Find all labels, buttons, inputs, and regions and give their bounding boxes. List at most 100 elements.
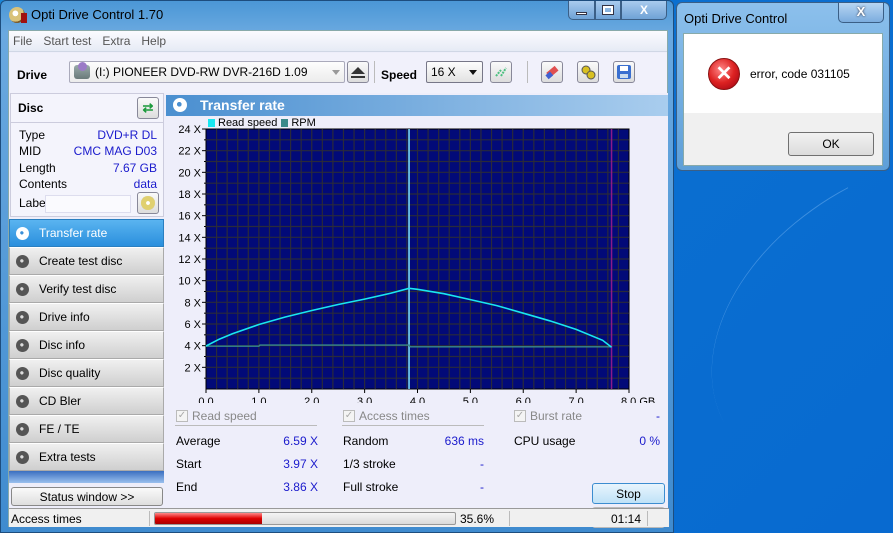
menu-file[interactable]: File: [13, 34, 32, 48]
dialog-close-button[interactable]: X: [838, 3, 884, 23]
read-speed-checkbox[interactable]: ✓ Read speed: [176, 409, 257, 423]
verify-disc-icon: [16, 282, 29, 296]
save-button[interactable]: [613, 61, 635, 83]
close-icon: X: [856, 4, 866, 19]
erase-button[interactable]: [541, 61, 563, 83]
desktop-wallpaper-streak: [653, 187, 893, 423]
one-third-stroke-value: -: [480, 457, 484, 471]
start-key: Start: [176, 457, 202, 471]
disc-icon: [141, 196, 155, 210]
disc-label-input[interactable]: [45, 195, 131, 213]
error-message: error, code 031105: [750, 67, 850, 81]
menu-start-test[interactable]: Start test: [43, 34, 91, 48]
cpu-usage-value: 0 %: [639, 434, 660, 448]
window-title: Opti Drive Control 1.70: [31, 7, 164, 22]
panel-title: Transfer rate: [200, 97, 285, 113]
nav-drive-info[interactable]: Drive info: [9, 303, 164, 331]
divider: [149, 511, 150, 526]
start-value: 3.97 X: [283, 457, 318, 471]
disc-contents-row: Contents data: [19, 177, 157, 193]
nav-disc-quality[interactable]: Disc quality: [9, 359, 164, 387]
disc-heading: Disc: [18, 101, 44, 115]
x-tick-label: 6.0: [516, 396, 531, 403]
checkbox-icon: ✓: [176, 410, 188, 422]
nav-extra-tests[interactable]: Extra tests: [9, 443, 164, 471]
x-tick-label: 3.0: [357, 396, 372, 403]
end-key: End: [176, 480, 198, 494]
status-window-button[interactable]: Status window >>: [11, 487, 163, 506]
checkbox-icon: ✓: [343, 410, 355, 422]
main-window: Opti Drive Control 1.70 X File Start tes…: [0, 0, 674, 533]
speed-select[interactable]: 16 X: [426, 61, 483, 83]
read-speed-label: Read speed: [192, 409, 257, 423]
full-stroke-key: Full stroke: [343, 480, 399, 494]
progress-bar: [154, 512, 456, 525]
speed-label: Speed: [381, 68, 418, 82]
transfer-rate-panel: Transfer rate Read speed RPM 2 X4 X6 X8 …: [166, 93, 668, 528]
app-icon: [9, 7, 27, 23]
access-times-checkbox[interactable]: ✓ Access times: [343, 409, 430, 423]
drive-select[interactable]: (I:) PIONEER DVD-RW DVR-216D 1.09: [69, 61, 345, 83]
close-icon: X: [639, 3, 648, 17]
nav-label: Verify test disc: [39, 282, 117, 296]
nav-label: Transfer rate: [39, 226, 108, 240]
disc-label-caption: Label: [19, 196, 49, 210]
burst-rate-label: Burst rate: [530, 409, 583, 423]
y-tick-label: 14 X: [178, 232, 201, 244]
refresh-disc-button[interactable]: ⇄: [137, 97, 159, 119]
close-button[interactable]: X: [621, 1, 667, 20]
disc-info-box: Disc ⇄ Type DVD+R DL MID CMC MAG D03 Len…: [10, 93, 164, 217]
nav-disc-info[interactable]: Disc info: [9, 331, 164, 359]
nav-cd-bler[interactable]: CD Bler: [9, 387, 164, 415]
full-stroke-value: -: [480, 480, 484, 494]
menu-help[interactable]: Help: [141, 34, 166, 48]
disc-contents-value: data: [133, 177, 157, 191]
eject-icon: [351, 66, 365, 78]
x-tick-label: 4.0: [410, 396, 425, 403]
y-tick-label: 12 X: [178, 254, 201, 266]
panel-header: Transfer rate: [166, 95, 668, 116]
nav-label: Create test disc: [39, 254, 123, 268]
dialog-body: ✕ error, code 031105 OK: [683, 33, 883, 166]
ok-button[interactable]: OK: [788, 132, 874, 156]
nav-create-test-disc[interactable]: Create test disc: [9, 247, 164, 275]
nav-footer-band: [9, 471, 164, 483]
nav-label: FE / TE: [39, 422, 80, 436]
toolbar: Drive (I:) PIONEER DVD-RW DVR-216D 1.09 …: [9, 53, 667, 93]
nav-fe-te[interactable]: FE / TE: [9, 415, 164, 443]
minimize-button[interactable]: [568, 1, 595, 20]
error-dialog: Opti Drive Control X ✕ error, code 03110…: [676, 2, 890, 171]
maximize-button[interactable]: [595, 1, 621, 20]
end-value: 3.86 X: [283, 480, 318, 494]
disc-length-value: 7.67 GB: [112, 161, 157, 175]
create-disc-icon: [16, 254, 29, 268]
swap-button[interactable]: [490, 61, 512, 83]
title-bar[interactable]: Opti Drive Control 1.70 X: [1, 1, 673, 29]
divider: [342, 425, 484, 426]
drive-select-value: (I:) PIONEER DVD-RW DVR-216D 1.09: [95, 65, 308, 79]
x-tick-label: 2.0: [304, 396, 319, 403]
nav-label: Disc quality: [39, 366, 101, 380]
x-tick-label: 1.0: [251, 396, 266, 403]
eraser-icon: [545, 65, 559, 80]
nav-transfer-rate[interactable]: Transfer rate: [9, 219, 164, 247]
access-times-label: Access times: [359, 409, 430, 423]
burst-rate-checkbox[interactable]: ✓ Burst rate: [514, 409, 582, 423]
test-nav: Transfer rate Create test disc Verify te…: [9, 219, 164, 471]
nav-verify-test-disc[interactable]: Verify test disc: [9, 275, 164, 303]
menu-extra[interactable]: Extra: [102, 34, 130, 48]
y-tick-label: 2 X: [184, 362, 201, 374]
settings-button[interactable]: [577, 61, 599, 83]
stop-button[interactable]: Stop: [592, 483, 665, 504]
chevron-down-icon: [469, 70, 477, 75]
transfer-rate-chart: 2 X 4 X 6 X 8 X 10 X 12 X 14 X 16 X 18 X 20 X 22 X…: [178, 124, 655, 403]
y-tick-label: 24 X: [178, 124, 201, 136]
disc-mid-value: CMC MAG D03: [73, 144, 157, 158]
eject-button[interactable]: [347, 61, 369, 83]
toolbar-separator: [374, 61, 375, 83]
average-key: Average: [176, 434, 221, 448]
label-disc-button[interactable]: [137, 192, 159, 214]
x-tick-label: 5.0: [463, 396, 478, 403]
maximize-icon: [602, 5, 614, 15]
transfer-rate-icon: [173, 98, 187, 112]
